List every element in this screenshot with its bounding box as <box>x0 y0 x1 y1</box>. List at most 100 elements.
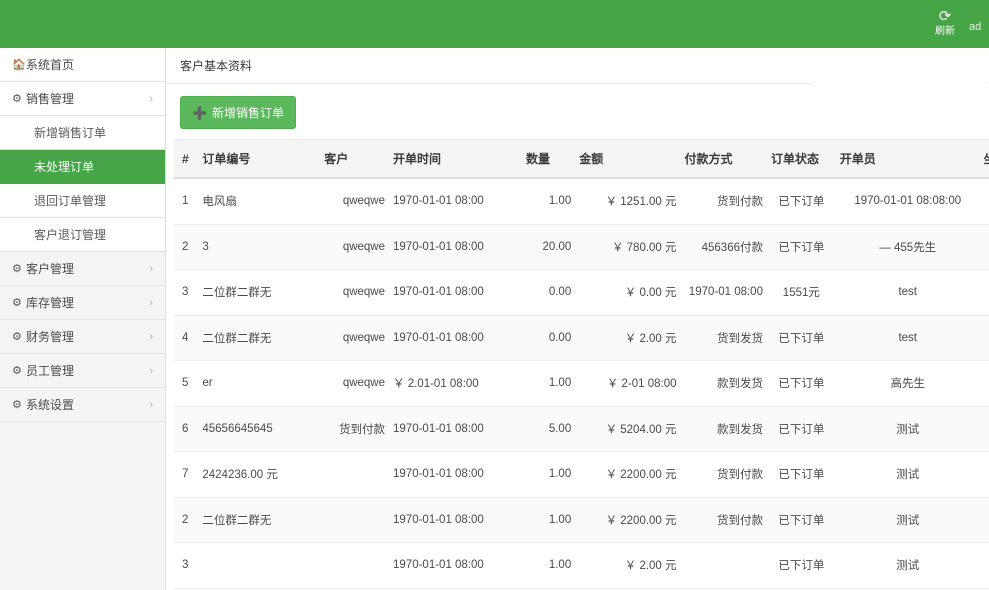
body-wrapper: 🏠 系统首页 ⚙ 销售管理 › 新增销售订单 未处理订单 退回订单管理 客户退订… <box>0 48 989 590</box>
refresh-button[interactable]: ⟳ 刷新 <box>931 9 959 37</box>
cell-order-no: 二位群二群无 <box>198 315 320 361</box>
cell-index: 4 <box>174 315 198 361</box>
col-customer[interactable]: 客户 <box>320 140 389 179</box>
sidebar-item-pending-orders[interactable]: 未处理订单 <box>0 150 165 184</box>
sidebar-item-home[interactable]: 🏠 系统首页 <box>0 48 165 82</box>
cell-order-time: 1970-01-01 08:00 <box>389 270 522 316</box>
col-order-no[interactable]: 订单编号 <box>198 140 320 179</box>
cell-index: 6 <box>174 406 198 452</box>
cell-quantity: 0.00 <box>522 270 575 316</box>
col-pay-method[interactable]: 付款方式 <box>681 140 767 179</box>
cell-pay-method: 款到发货 <box>681 361 767 407</box>
cell-quantity: 5.00 <box>522 406 575 452</box>
col-performance[interactable]: 坐额 <box>980 140 989 179</box>
cell-quantity: 1.00 <box>522 452 575 498</box>
table-row[interactable]: 72424236.00 元1970-01-01 08:001.00￥ 2200.… <box>174 452 989 498</box>
plus-icon: ➕ <box>192 106 207 120</box>
cell-order-time: 1970-01-01 08:00 <box>389 178 522 224</box>
add-sales-order-button[interactable]: ➕ 新增销售订单 <box>180 96 296 129</box>
top-header-bar: ⟳ 刷新 ad <box>0 0 989 48</box>
table-row[interactable]: 23qweqwe1970-01-01 08:0020.00￥ 780.00 元4… <box>174 224 989 270</box>
col-amount[interactable]: 金额 <box>575 140 680 179</box>
cell-order-time: 1970-01-01 08:00 <box>389 497 522 543</box>
gear-icon: ⚙ <box>12 296 26 309</box>
app-root: ⟳ 刷新 ad 🏠 系统首页 ⚙ 销售管理 › 新增销售订单 未处理订单 <box>0 0 989 590</box>
content-toolbar: ➕ 新增销售订单 <box>166 84 989 139</box>
cell-order-no: 二位群二群无 <box>198 497 320 543</box>
sidebar-item-new-sales-order[interactable]: 新增销售订单 <box>0 116 165 150</box>
cell-amount: ￥ 2200.00 元 <box>575 452 680 498</box>
cell-amount: ￥ 2.00 元 <box>575 543 680 589</box>
cell-index: 2 <box>174 497 198 543</box>
cell-customer: qweqwe <box>320 224 389 270</box>
sidebar-item-inventory-management[interactable]: ⚙ 库存管理 › <box>0 286 165 320</box>
chevron-right-icon: › <box>149 93 153 105</box>
table-row[interactable]: 1电风扇qweqwe1970-01-01 08:001.00￥ 1251.00 … <box>174 178 989 224</box>
table-row[interactable]: 31970-01-01 08:001.00￥ 2.00 元已下订单测试▦详情✎修… <box>174 543 989 589</box>
cell-pay-method: 456366付款 <box>681 224 767 270</box>
gear-icon: ⚙ <box>12 330 26 343</box>
col-order-time[interactable]: 开单时间 <box>389 140 522 179</box>
cell-amount: ￥ 0.00 元 <box>575 270 680 316</box>
table-row[interactable]: 5erqweqwe￥ 2.01-01 08:001.00￥ 2-01 08:00… <box>174 361 989 407</box>
cell-pay-method <box>681 543 767 589</box>
cell-operator: 测试 <box>836 406 980 452</box>
col-index[interactable]: # <box>174 140 198 179</box>
col-order-status[interactable]: 订单状态 <box>767 140 836 179</box>
sidebar-item-customer-cancellations[interactable]: 客户退订管理 <box>0 218 165 252</box>
cell-amount: ￥ 780.00 元 <box>575 224 680 270</box>
table-row[interactable]: 2二位群二群无1970-01-01 08:001.00￥ 2200.00 元货到… <box>174 497 989 543</box>
gear-icon: ⚙ <box>12 364 26 377</box>
cell-order-status: 已下订单 <box>767 497 836 543</box>
cell-quantity: 1.00 <box>522 543 575 589</box>
col-quantity[interactable]: 数量 <box>522 140 575 179</box>
cell-pay-method: 货到付款 <box>681 178 767 224</box>
cell-customer: qweqwe <box>320 178 389 224</box>
cell-performance <box>980 224 989 270</box>
orders-table: # 订单编号 客户 开单时间 数量 金额 付款方式 订单状态 开单员 坐额 <box>174 139 989 590</box>
sidebar-item-sales[interactable]: ⚙ 销售管理 › <box>0 82 165 116</box>
cell-customer: qweqwe <box>320 315 389 361</box>
table-row[interactable]: 4二位群二群无qweqwe1970-01-01 08:000.00￥ 2.00 … <box>174 315 989 361</box>
sidebar-item-finance-management[interactable]: ⚙ 财务管理 › <box>0 320 165 354</box>
cell-customer <box>320 543 389 589</box>
cell-quantity: 1.00 <box>522 178 575 224</box>
cell-amount: ￥ 2-01 08:00 <box>575 361 680 407</box>
sidebar-item-system-settings[interactable]: ⚙ 系统设置 › <box>0 388 165 422</box>
cell-pay-method: 款到发货 <box>681 406 767 452</box>
orders-table-head: # 订单编号 客户 开单时间 数量 金额 付款方式 订单状态 开单员 坐额 <box>174 140 989 179</box>
orders-table-body: 1电风扇qweqwe1970-01-01 08:001.00￥ 1251.00 … <box>174 178 989 590</box>
chevron-right-icon: › <box>149 365 153 377</box>
cell-amount: ￥ 5204.00 元 <box>575 406 680 452</box>
sidebar-item-label: 销售管理 <box>26 90 149 107</box>
sidebar-nav: 🏠 系统首页 ⚙ 销售管理 › 新增销售订单 未处理订单 退回订单管理 客户退订… <box>0 48 166 590</box>
cell-performance <box>980 315 989 361</box>
sidebar-item-label: 退回订单管理 <box>34 192 106 209</box>
cell-quantity: 1.00 <box>522 497 575 543</box>
orders-table-wrapper: # 订单编号 客户 开单时间 数量 金额 付款方式 订单状态 开单员 坐额 <box>166 139 989 590</box>
refresh-icon: ⟳ <box>939 9 952 25</box>
cell-customer <box>320 497 389 543</box>
cell-performance <box>980 361 989 407</box>
cell-operator: 测试 <box>836 452 980 498</box>
sidebar-item-label: 客户退订管理 <box>34 226 106 243</box>
cell-operator: 1970-01-01 08:08:00 <box>836 178 980 224</box>
table-row[interactable]: 3二位群二群无qweqwe1970-01-01 08:000.00￥ 0.00 … <box>174 270 989 316</box>
sidebar-item-customer-management[interactable]: ⚙ 客户管理 › <box>0 252 165 286</box>
cell-index: 2 <box>174 224 198 270</box>
cell-amount: ￥ 2200.00 元 <box>575 497 680 543</box>
cell-order-status: 已下订单 <box>767 406 836 452</box>
sidebar-item-label: 员工管理 <box>26 362 149 379</box>
sidebar-item-returned-orders[interactable]: 退回订单管理 <box>0 184 165 218</box>
cell-customer: qweqwe <box>320 361 389 407</box>
sidebar-item-staff-management[interactable]: ⚙ 员工管理 › <box>0 354 165 388</box>
table-row[interactable]: 645656645645货到付款1970-01-01 08:005.00￥ 52… <box>174 406 989 452</box>
col-operator[interactable]: 开单员 <box>836 140 980 179</box>
cell-index: 3 <box>174 270 198 316</box>
cell-order-no: 电风扇 <box>198 178 320 224</box>
cell-order-no <box>198 543 320 589</box>
sidebar-item-label: 新增销售订单 <box>34 124 106 141</box>
chevron-right-icon: › <box>149 331 153 343</box>
user-menu[interactable]: ad <box>969 21 983 37</box>
cell-order-time: 1970-01-01 08:00 <box>389 315 522 361</box>
